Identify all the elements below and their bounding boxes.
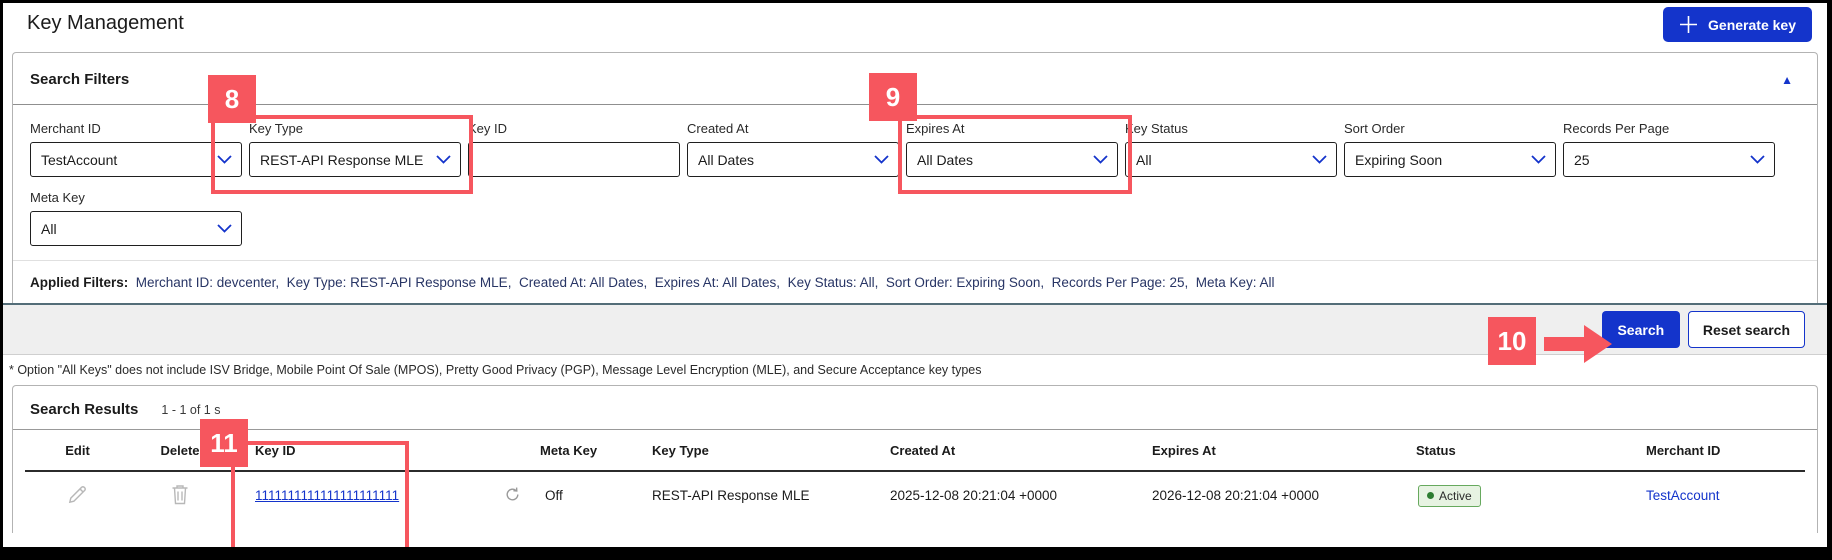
applied-filters-label: Applied Filters: <box>30 275 129 290</box>
created-at-label: Created At <box>687 121 749 136</box>
search-button[interactable]: Search <box>1601 311 1680 348</box>
merchant-id-field: Merchant ID TestAccount <box>30 121 242 177</box>
created-at-value: All Dates <box>698 151 755 168</box>
search-results-panel: Search Results 1 - 1 of 1 s Edit Delete … <box>12 385 1818 533</box>
results-table-header-row: Edit Delete Key ID Meta Key Key Type Cre… <box>25 430 1805 472</box>
active-dot-icon <box>1427 492 1434 499</box>
edit-button[interactable] <box>64 481 91 511</box>
chevron-down-icon <box>436 155 451 164</box>
chevron-down-icon <box>1093 155 1108 164</box>
chevron-down-icon <box>1312 155 1327 164</box>
expires-at-field: Expires At All Dates <box>906 121 1118 177</box>
meta-key-value: All <box>41 220 57 237</box>
collapse-caret-icon[interactable]: ▲ <box>1781 73 1793 87</box>
top-bar: Key Management Generate key <box>3 3 1827 51</box>
merchant-id-value: TestAccount <box>41 151 118 168</box>
key-type-field: Key Type REST-API Response MLE <box>249 121 461 177</box>
chevron-down-icon <box>874 155 889 164</box>
records-per-page-label: Records Per Page <box>1563 121 1670 136</box>
callout-step-10: 10 <box>1488 317 1536 365</box>
created-at-cell: 2025-12-08 20:21:04 +0000 <box>890 488 1058 503</box>
meta-key-select[interactable]: All <box>30 211 242 246</box>
records-per-page-select[interactable]: 25 <box>1563 142 1775 177</box>
records-per-page-value: 25 <box>1574 151 1590 168</box>
meta-key-field: Meta Key All <box>30 190 242 246</box>
page: Key Management Generate key Search Filte… <box>3 3 1827 547</box>
expires-at-value: All Dates <box>917 151 974 168</box>
created-at-field: Created At All Dates <box>687 121 899 177</box>
sort-order-field: Sort Order Expiring Soon <box>1344 121 1556 177</box>
col-key-type: Key Type <box>652 443 709 458</box>
key-id-input[interactable] <box>468 142 680 177</box>
sort-order-select[interactable]: Expiring Soon <box>1344 142 1556 177</box>
generate-key-label: Generate key <box>1708 16 1796 33</box>
search-results-title: Search Results <box>30 401 139 418</box>
key-type-cell: REST-API Response MLE <box>652 488 810 503</box>
col-expires-at: Expires At <box>1152 443 1216 458</box>
col-key-id: Key ID <box>255 443 296 458</box>
sort-order-value: Expiring Soon <box>1355 151 1443 168</box>
rotate-key-button[interactable] <box>502 484 523 508</box>
pencil-icon <box>66 483 89 506</box>
generate-key-button[interactable]: Generate key <box>1663 7 1812 42</box>
filters-row-2: Meta Key All <box>13 177 1817 246</box>
records-per-page-field: Records Per Page 25 <box>1563 121 1775 177</box>
merchant-id-link[interactable]: TestAccount <box>1646 488 1720 503</box>
reset-search-button[interactable]: Reset search <box>1687 311 1805 348</box>
results-table: Edit Delete Key ID Meta Key Key Type Cre… <box>13 430 1817 519</box>
page-title: Key Management <box>27 12 184 34</box>
callout-step-9: 9 <box>869 73 917 121</box>
search-results-header: Search Results 1 - 1 of 1 s <box>13 386 1817 430</box>
callout-arrow-icon <box>1544 325 1612 363</box>
plus-icon <box>1679 15 1698 34</box>
expires-at-label: Expires At <box>906 121 965 136</box>
key-type-value: REST-API Response MLE <box>260 151 424 168</box>
col-created-at: Created At <box>890 443 956 458</box>
chevron-down-icon <box>217 155 232 164</box>
status-badge: Active <box>1418 484 1481 507</box>
table-row: 1111111111111111111111 Off REST-API Resp… <box>25 472 1805 519</box>
key-type-select[interactable]: REST-API Response MLE <box>249 142 461 177</box>
merchant-id-label: Merchant ID <box>30 121 101 136</box>
key-type-label: Key Type <box>249 121 303 136</box>
applied-filters: Applied Filters: Merchant ID: devcenter,… <box>13 260 1817 303</box>
status-text: Active <box>1439 488 1472 503</box>
chevron-down-icon <box>1750 155 1765 164</box>
key-status-value: All <box>1136 151 1152 168</box>
callout-step-11: 11 <box>200 419 248 467</box>
refresh-icon <box>504 486 521 503</box>
chevron-down-icon <box>1531 155 1546 164</box>
expires-at-select[interactable]: All Dates <box>906 142 1118 177</box>
applied-filters-text: Merchant ID: devcenter, Key Type: REST-A… <box>128 275 1275 290</box>
meta-key-cell: Off <box>545 488 563 503</box>
col-meta-key: Meta Key <box>540 443 598 458</box>
expires-at-cell: 2026-12-08 20:21:04 +0000 <box>1152 488 1320 503</box>
screenshot-frame: Key Management Generate key Search Filte… <box>0 0 1832 560</box>
trash-icon <box>170 483 190 505</box>
created-at-select[interactable]: All Dates <box>687 142 899 177</box>
col-edit: Edit <box>65 443 90 458</box>
col-status: Status <box>1416 443 1456 458</box>
delete-button[interactable] <box>168 481 192 510</box>
meta-key-label: Meta Key <box>30 190 85 205</box>
chevron-down-icon <box>217 224 232 233</box>
search-filters-title: Search Filters <box>30 71 130 88</box>
col-merchant-id: Merchant ID <box>1646 443 1721 458</box>
key-id-label: Key ID <box>468 121 508 136</box>
key-id-link[interactable]: 1111111111111111111111 <box>255 488 399 503</box>
key-id-field: Key ID <box>468 121 680 177</box>
results-count: 1 - 1 of 1 s <box>161 403 221 417</box>
merchant-id-select[interactable]: TestAccount <box>30 142 242 177</box>
sort-order-label: Sort Order <box>1344 121 1405 136</box>
key-status-select[interactable]: All <box>1125 142 1337 177</box>
key-status-label: Key Status <box>1125 121 1188 136</box>
key-status-field: Key Status All <box>1125 121 1337 177</box>
callout-step-8: 8 <box>208 75 256 123</box>
